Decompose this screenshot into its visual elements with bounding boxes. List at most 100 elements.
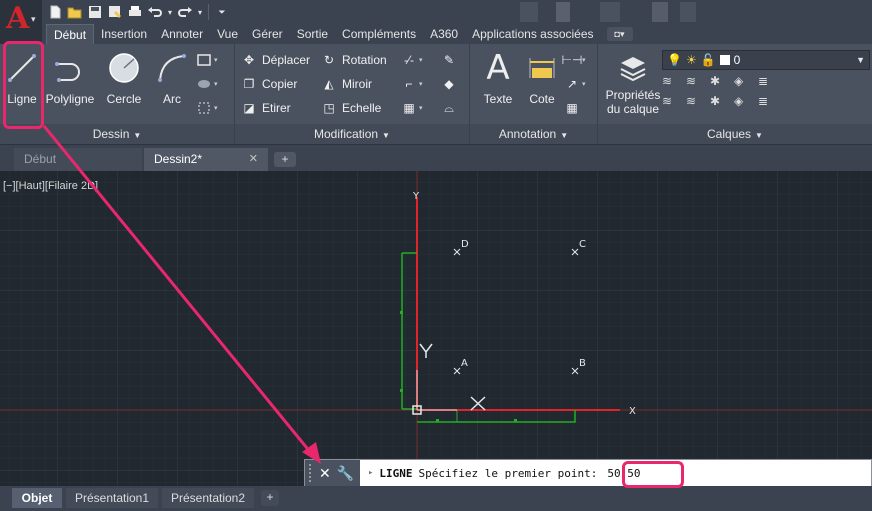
fillet-button[interactable]: ⌐ ▾ (401, 74, 422, 94)
cote-button[interactable]: Cote (524, 46, 560, 122)
trim-button[interactable]: -⁄- ▾ (401, 50, 423, 70)
axis-y-label: Y (412, 191, 420, 202)
redo-icon[interactable] (176, 3, 194, 21)
ribbon-minimize-button[interactable]: ◘▾ (606, 27, 633, 41)
open-icon[interactable] (66, 3, 84, 21)
deplacer-button[interactable]: ✥ Déplacer (241, 50, 310, 70)
tab-vue[interactable]: Vue (210, 24, 245, 44)
drawing-svg: Y X D C A B (0, 171, 872, 486)
application-menu-button[interactable]: A ▾ (0, 0, 42, 44)
layer-lock-icon[interactable]: ◈ (734, 74, 758, 94)
file-tab-dessin2[interactable]: Dessin2* ✕ (144, 148, 268, 171)
command-input[interactable]: 50,50 (601, 467, 646, 480)
saveas-icon[interactable] (106, 3, 124, 21)
scale-icon: ◳ (323, 101, 335, 115)
undo-dropdown-icon[interactable]: ▾ (166, 3, 174, 21)
point-a-label: A (461, 358, 468, 369)
tab-debut[interactable]: Début (46, 24, 95, 44)
polyligne-button[interactable]: Polyligne (44, 46, 96, 122)
panel-title-dessin[interactable]: Dessin ▼ (0, 124, 234, 144)
array-icon: ▦ (403, 101, 415, 115)
explode-button[interactable]: ◆ (441, 74, 457, 94)
point-b-label: B (579, 358, 586, 369)
tab-presentation2[interactable]: Présentation2 (162, 488, 254, 508)
region-button[interactable]: ▾ (196, 98, 218, 118)
leader-button[interactable]: ↗ ▾ (564, 74, 586, 94)
tab-applications-associees[interactable]: Applications associées (465, 24, 600, 44)
tab-annoter[interactable]: Annoter (154, 24, 210, 44)
save-icon[interactable] (86, 3, 104, 21)
layer-dropdown[interactable]: 💡 ☀ 🔓 0 ▼ (662, 50, 870, 70)
panel-annotation: A Texte Cote ⊢⊣ ▾ ↗ ▾ ▦ Annotation ▼ (470, 44, 598, 144)
rotate-icon: ↻ (323, 53, 335, 67)
panel-title-calques[interactable]: Calques ▼ (598, 124, 872, 144)
panel-title-modification[interactable]: Modification ▼ (235, 124, 469, 144)
layer-unisolate-icon[interactable]: ≋ (686, 94, 710, 114)
rectangle-button[interactable]: ▾ (196, 50, 218, 70)
redo-dropdown-icon[interactable]: ▾ (196, 3, 204, 21)
linear-dim-button[interactable]: ⊢⊣ ▾ (562, 50, 586, 70)
undo-icon[interactable] (146, 3, 164, 21)
region-icon (196, 100, 212, 116)
arc-button[interactable]: Arc (152, 46, 192, 122)
file-tab-debut[interactable]: Début (14, 148, 142, 171)
tab-gerer[interactable]: Gérer (245, 24, 290, 44)
hatch-button[interactable]: ▾ (196, 74, 218, 94)
cercle-label: Cercle (106, 92, 142, 106)
panel-title-annotation[interactable]: Annotation ▼ (470, 124, 597, 144)
layer-isolate-icon[interactable]: ≋ (686, 74, 710, 94)
add-layout-button[interactable]: + (261, 490, 279, 506)
layer-match-icon[interactable]: ≣ (758, 74, 782, 94)
drag-handle[interactable] (309, 464, 313, 482)
panel-title-label: Calques (707, 127, 752, 141)
command-name: LIGNE (379, 466, 413, 480)
tab-complements[interactable]: Compléments (335, 24, 423, 44)
copier-button[interactable]: ❐ Copier (241, 74, 298, 94)
new-tab-button[interactable]: + (274, 152, 296, 167)
layer-tools-grid: ≋ ≋ ✱ ◈ ≣ ≋ ≋ ✱ ◈ ≣ (662, 74, 782, 114)
fillet-icon: ⌐ (405, 77, 413, 91)
new-icon[interactable] (46, 3, 64, 21)
ligne-button[interactable]: Ligne (4, 46, 40, 122)
offset-button[interactable]: ⌓ (441, 98, 457, 118)
autocad-logo-icon: A (6, 1, 30, 36)
echelle-button[interactable]: ◳ Echelle (321, 98, 381, 118)
drawing-canvas[interactable]: Y X D C A B [−][Haut][Filaire 2D] (0, 171, 872, 486)
copy-icon: ❐ (243, 77, 255, 91)
tab-insertion[interactable]: Insertion (94, 24, 154, 44)
title-bar: ▾ ▾ ⏷ (0, 0, 872, 24)
layer-current-icon[interactable]: ≋ (662, 94, 686, 114)
layer-properties-button[interactable]: Propriétés du calque (604, 46, 662, 122)
layer-unlock-icon[interactable]: ◈ (734, 94, 758, 114)
etirer-label: Etirer (262, 101, 291, 115)
layer-merge-icon[interactable]: ≣ (758, 94, 782, 114)
wrench-icon[interactable]: 🔧 (337, 465, 354, 482)
table-button[interactable]: ▦ (564, 98, 580, 118)
etirer-button[interactable]: ◪ Etirer (241, 98, 291, 118)
offset-icon: ⌓ (444, 100, 454, 115)
rotation-label: Rotation (342, 53, 387, 67)
close-icon[interactable]: ✕ (249, 148, 258, 171)
print-icon[interactable] (126, 3, 144, 21)
stretch-icon: ◪ (243, 101, 255, 115)
chevron-down-icon: ▼ (133, 131, 142, 140)
tab-sortie[interactable]: Sortie (290, 24, 335, 44)
echelle-label: Echelle (342, 101, 382, 115)
customize-icon[interactable]: ⏷ (213, 3, 231, 21)
hatch-icon (196, 76, 212, 92)
tab-a360[interactable]: A360 (423, 24, 465, 44)
miroir-button[interactable]: ◭ Miroir (321, 74, 372, 94)
array-button[interactable]: ▦ ▾ (401, 98, 422, 118)
command-history-icon[interactable]: ▸ (368, 468, 373, 478)
rotation-button[interactable]: ↻ Rotation (321, 50, 387, 70)
erase-button[interactable]: ✎ (441, 50, 457, 70)
viewport-controls[interactable]: [−][Haut][Filaire 2D] (3, 180, 98, 192)
cercle-button[interactable]: Cercle (102, 46, 146, 122)
tab-objet[interactable]: Objet (12, 488, 62, 508)
layer-off-icon[interactable]: ≋ (662, 74, 686, 94)
layer-thaw-icon[interactable]: ✱ (710, 94, 734, 114)
tab-presentation1[interactable]: Présentation1 (66, 488, 158, 508)
layer-freeze-icon[interactable]: ✱ (710, 74, 734, 94)
texte-button[interactable]: A Texte (480, 46, 516, 122)
close-icon[interactable]: ✕ (319, 465, 331, 482)
